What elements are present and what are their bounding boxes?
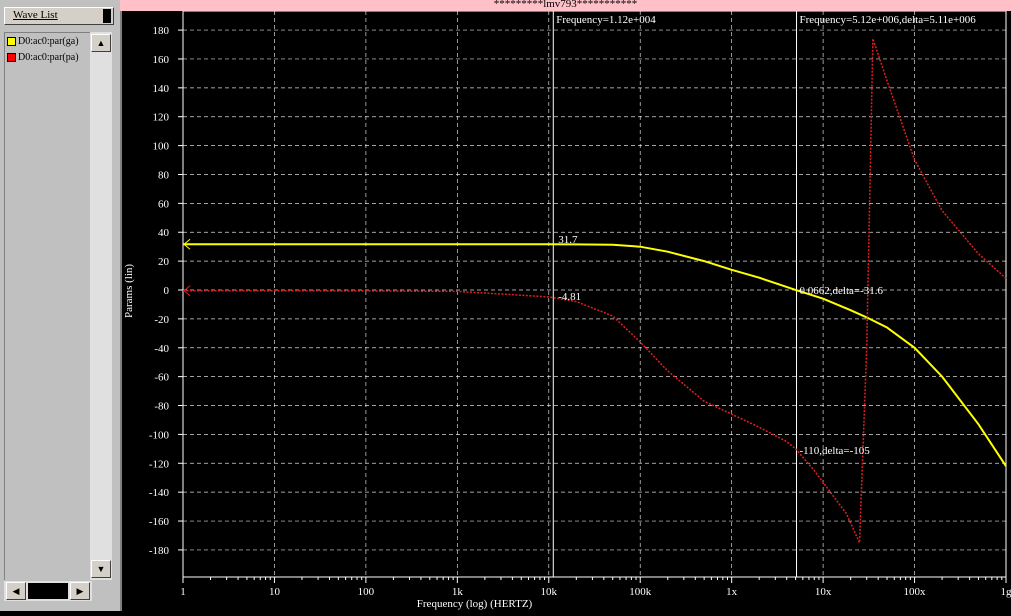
- scroll-thumb[interactable]: [28, 583, 68, 599]
- vertical-scrollbar[interactable]: ▲ ▼: [90, 32, 112, 580]
- y-tick-label: -100: [149, 429, 170, 441]
- phase-c2-label: -110,delta=-105: [800, 445, 871, 457]
- x-tick-label: 10: [269, 586, 281, 598]
- scroll-left-icon[interactable]: ◀: [6, 582, 26, 600]
- y-tick-label: 140: [153, 83, 170, 95]
- y-tick-label: 160: [153, 54, 170, 66]
- wave-list-box[interactable]: D0:ac0:par(ga) D0:ac0:par(pa): [4, 32, 90, 580]
- plot-area[interactable]: 180 160 140 120 100 80 60 40 20 0 -20 -40 -60 -80 -100…: [120, 11, 1011, 611]
- wave-list-header[interactable]: Wave List: [4, 7, 114, 25]
- horizontal-scrollbar[interactable]: ◀ ▶: [4, 581, 92, 601]
- window-title: *********lmv793***********: [120, 0, 1011, 10]
- y-tick-label: 40: [158, 227, 170, 239]
- x-tick-label: 1: [180, 586, 186, 598]
- scroll-down-icon[interactable]: ▼: [91, 560, 111, 578]
- x-tick-label: 100: [358, 586, 375, 598]
- y-tick-label: 60: [158, 198, 170, 210]
- wave-item-label: D0:ac0:par(pa): [18, 52, 79, 63]
- x-tick-label: 10x: [815, 586, 832, 598]
- gain-color-swatch: [7, 37, 16, 46]
- gain-series-line[interactable]: [183, 244, 1006, 466]
- y-tick-label: -80: [154, 401, 169, 413]
- gain-c2-label: 0.0662,delta=-31.6: [800, 285, 884, 297]
- window-title-bar: *********lmv793***********: [120, 0, 1011, 11]
- y-tick-label: -40: [154, 343, 169, 355]
- y-tick-label: 80: [158, 169, 170, 181]
- scroll-up-icon[interactable]: ▲: [91, 34, 111, 52]
- y-tick-label: 120: [153, 112, 170, 124]
- y-tick-label: -120: [149, 458, 170, 470]
- x-axis-label: Frequency (log) (HERTZ): [417, 598, 533, 610]
- x-tick-label: 1x: [726, 586, 738, 598]
- wave-item-phase[interactable]: D0:ac0:par(pa): [7, 52, 89, 65]
- phase-c1-label: -4.81: [558, 291, 581, 303]
- y-axis-label: Params (lin): [123, 264, 135, 318]
- x-tick-label: 1g: [1001, 586, 1011, 598]
- y-tick-label: -60: [154, 372, 169, 384]
- y-tick-label: 20: [158, 256, 170, 268]
- wave-list-handle[interactable]: [103, 9, 111, 23]
- y-tick-label: 100: [153, 141, 170, 153]
- wave-item-label: D0:ac0:par(ga): [18, 36, 79, 47]
- y-tick-label: -20: [154, 314, 169, 326]
- gain-c1-label: 31.7: [558, 234, 578, 246]
- y-tick-label: -140: [149, 487, 170, 499]
- cursor2-readout: Frequency=5.12e+006,delta=5.11e+006: [800, 14, 977, 26]
- y-tick-label: -180: [149, 545, 170, 557]
- x-tick-label: 100x: [904, 586, 927, 598]
- y-tick-label: 0: [164, 285, 170, 297]
- bode-plot-svg[interactable]: 180 160 140 120 100 80 60 40 20 0 -20 -40 -60 -80 -100…: [122, 11, 1011, 611]
- y-tick-label: -160: [149, 516, 170, 528]
- scroll-right-icon[interactable]: ▶: [70, 582, 90, 600]
- x-tick-label: 100k: [629, 586, 652, 598]
- x-tick-label: 1k: [452, 586, 464, 598]
- phase-color-swatch: [7, 53, 16, 62]
- wave-item-gain[interactable]: D0:ac0:par(ga): [7, 36, 89, 49]
- cursor1-readout: Frequency=1.12e+004: [556, 14, 656, 26]
- wave-list-title: Wave List: [13, 9, 58, 21]
- y-tick-label: 180: [153, 25, 170, 37]
- x-tick-label: 10k: [541, 586, 558, 598]
- wave-list-panel: Wave List D0:ac0:par(ga) D0:ac0:par(pa) …: [0, 0, 120, 611]
